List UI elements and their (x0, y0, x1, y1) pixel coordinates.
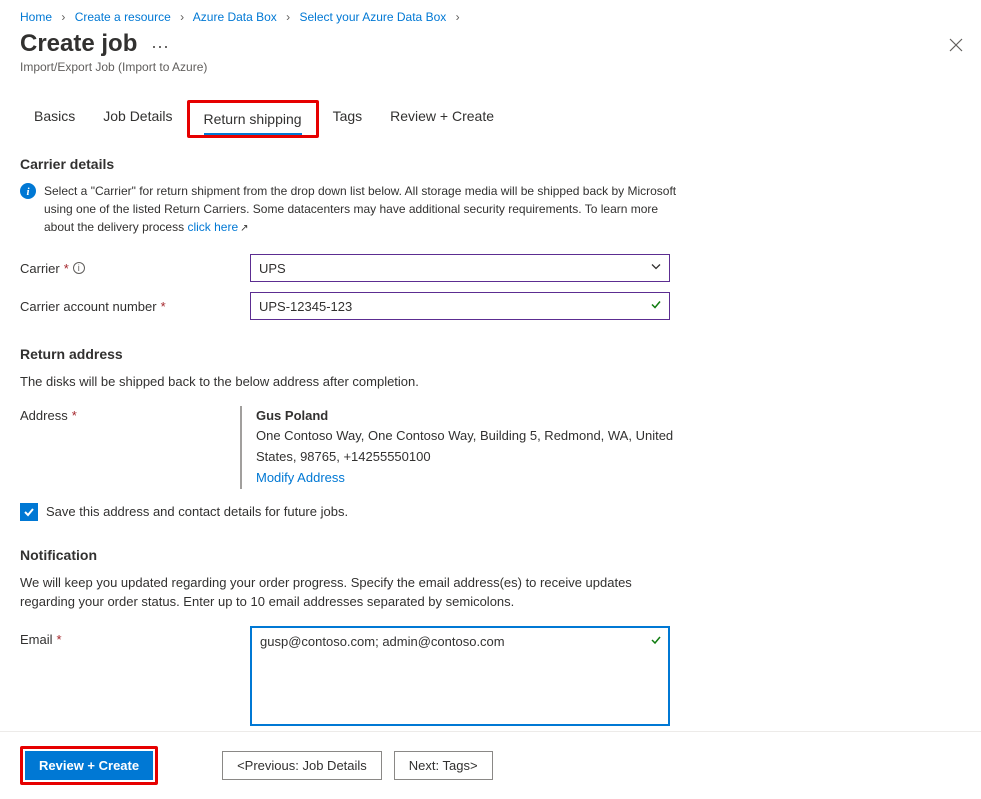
carrier-section-title: Carrier details (20, 156, 680, 172)
page-header: Create job ⋯ Import/Export Job (Import t… (0, 30, 981, 80)
carrier-select[interactable] (250, 254, 670, 282)
close-icon[interactable] (949, 38, 963, 57)
page-title: Create job (20, 30, 137, 58)
carrier-info-text: Select a "Carrier" for return shipment f… (44, 184, 676, 234)
return-address-desc: The disks will be shipped back to the be… (20, 372, 680, 392)
chevron-right-icon: › (286, 10, 290, 24)
previous-button[interactable]: <Previous: Job Details (222, 751, 382, 780)
breadcrumb-home[interactable]: Home (20, 10, 52, 24)
return-address-section-title: Return address (20, 346, 680, 362)
carrier-label: Carrier* i (20, 261, 250, 276)
form-content: Carrier details i Select a "Carrier" for… (0, 138, 700, 729)
notification-section-title: Notification (20, 547, 680, 563)
chevron-right-icon: › (61, 10, 65, 24)
page-subtitle: Import/Export Job (Import to Azure) (20, 60, 961, 74)
chevron-right-icon: › (180, 10, 184, 24)
save-address-label: Save this address and contact details fo… (46, 504, 348, 519)
breadcrumb-create-resource[interactable]: Create a resource (75, 10, 171, 24)
review-create-button[interactable]: Review + Create (25, 751, 153, 780)
breadcrumb-azure-data-box[interactable]: Azure Data Box (193, 10, 277, 24)
carrier-info: i Select a "Carrier" for return shipment… (20, 182, 680, 236)
address-line: One Contoso Way, One Contoso Way, Buildi… (256, 426, 680, 468)
check-icon (650, 299, 662, 314)
carrier-info-link[interactable]: click here (187, 220, 238, 234)
chevron-right-icon: › (456, 10, 460, 24)
carrier-account-input[interactable] (250, 292, 670, 320)
save-address-checkbox[interactable] (20, 503, 38, 521)
breadcrumb-select-data-box[interactable]: Select your Azure Data Box (300, 10, 447, 24)
email-textarea[interactable] (250, 626, 670, 726)
tab-return-shipping[interactable]: Return shipping (187, 100, 319, 138)
tab-basics[interactable]: Basics (20, 100, 89, 138)
tab-review-create[interactable]: Review + Create (376, 100, 508, 138)
check-icon (650, 634, 662, 649)
notification-desc: We will keep you updated regarding your … (20, 573, 680, 612)
modify-address-link[interactable]: Modify Address (256, 470, 345, 485)
tab-job-details[interactable]: Job Details (89, 100, 186, 138)
address-label: Address* (20, 406, 240, 423)
carrier-account-label: Carrier account number* (20, 299, 250, 314)
info-icon: i (20, 183, 36, 204)
footer-actions: Review + Create <Previous: Job Details N… (0, 731, 981, 799)
address-name: Gus Poland (256, 406, 680, 427)
info-circle-icon[interactable]: i (73, 262, 85, 274)
address-block: Gus Poland One Contoso Way, One Contoso … (240, 406, 680, 489)
external-link-icon: ↗ (240, 223, 248, 234)
email-label: Email* (20, 626, 250, 647)
tab-tags[interactable]: Tags (319, 100, 377, 138)
more-options-icon[interactable]: ⋯ (151, 37, 169, 57)
next-button[interactable]: Next: Tags> (394, 751, 493, 780)
breadcrumb: Home › Create a resource › Azure Data Bo… (0, 0, 981, 30)
tab-bar: Basics Job Details Return shipping Tags … (0, 80, 981, 138)
